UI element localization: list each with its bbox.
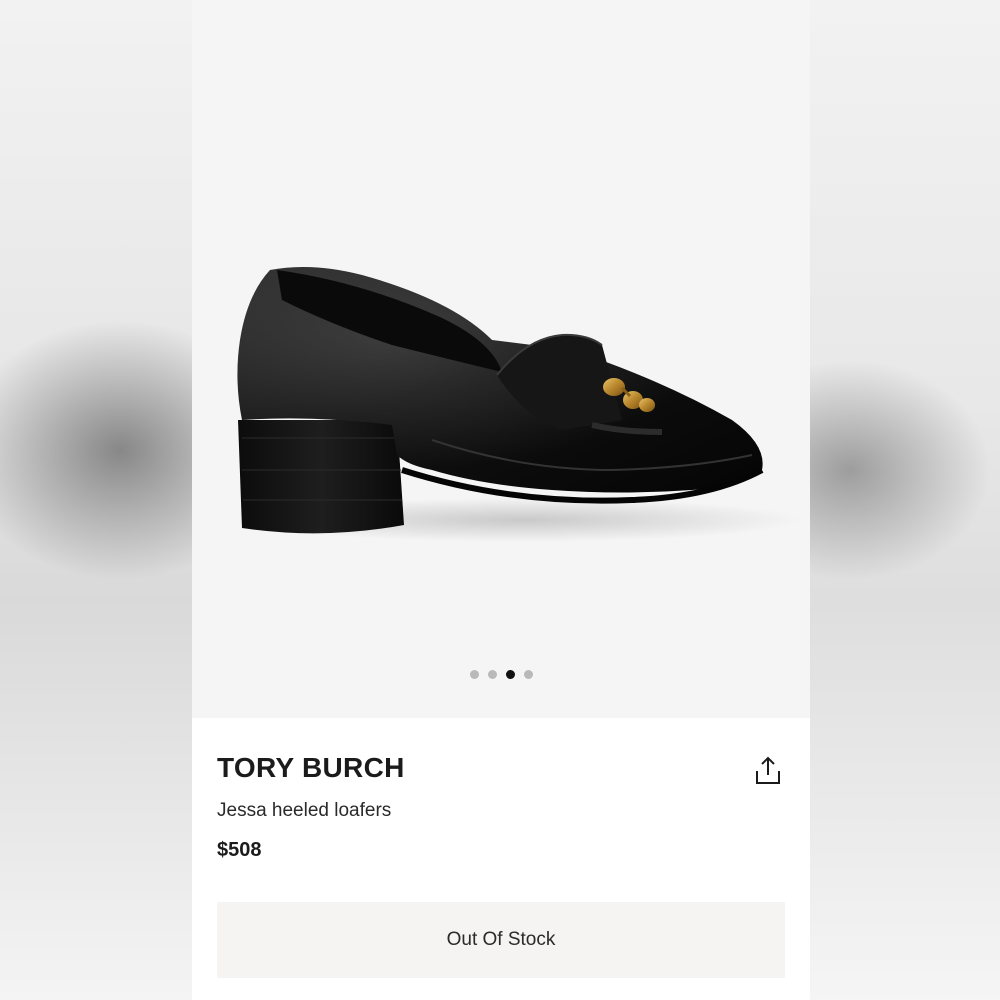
blurred-backdrop-right [810, 0, 1000, 1000]
product-price: $508 [217, 839, 262, 861]
gallery-dot-3-active[interactable] [505, 670, 515, 679]
product-screen: TORY BURCH Jessa heeled loafers $508 Out… [192, 0, 810, 1000]
brand-name: TORY BURCH [217, 752, 405, 783]
gallery-dot-1[interactable] [469, 670, 479, 679]
gallery-dot-4[interactable] [523, 670, 533, 679]
product-name: Jessa heeled loafers [217, 800, 392, 821]
product-image-loafer [237, 266, 802, 542]
product-gallery[interactable] [192, 0, 810, 718]
out-of-stock-button[interactable]: Out Of Stock [217, 902, 785, 978]
gallery-pagination [192, 670, 810, 679]
gallery-dot-2[interactable] [487, 670, 497, 679]
blurred-backdrop-left [0, 0, 192, 1000]
share-icon[interactable] [752, 754, 784, 786]
product-info: TORY BURCH Jessa heeled loafers $508 Out… [192, 718, 810, 1000]
